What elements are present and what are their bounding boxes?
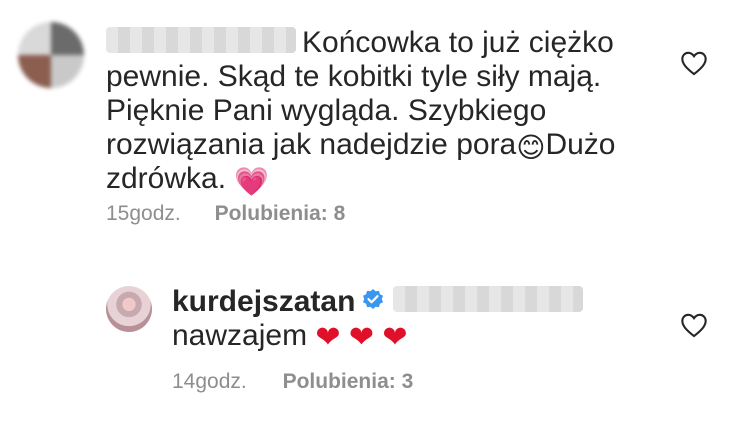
sparkling-heart-emoji: 💗 — [234, 166, 270, 197]
reply-message: nawzajem — [172, 319, 308, 352]
red-heart-emoji: ❤ — [348, 321, 375, 354]
reply-username[interactable]: kurdejszatan — [172, 285, 355, 318]
heart-outline-icon[interactable] — [680, 312, 708, 338]
commenter-avatar[interactable] — [18, 22, 84, 88]
reply-meta: 14godz. Polubienia: 3 — [172, 370, 413, 394]
smile-emoji: 😊 — [516, 132, 546, 163]
likes-count[interactable]: Polubienia: 8 — [215, 202, 346, 225]
heart-outline-icon[interactable] — [680, 50, 708, 76]
comments-view: Końcowka to już ciężko pewnie. Skąd te k… — [0, 0, 750, 424]
reply-text: kurdejszatan nawzajem ❤ ❤ ❤ — [172, 285, 584, 355]
comment-meta: 15godz. Polubienia: 8 — [106, 202, 345, 226]
red-heart-emoji: ❤ — [315, 321, 341, 354]
comment-text: Końcowka to już ciężko pewnie. Skąd te k… — [106, 26, 616, 197]
reply-avatar[interactable] — [106, 286, 152, 332]
likes-count[interactable]: Polubienia: 3 — [283, 370, 414, 393]
comment-time: 15godz. — [106, 202, 181, 225]
red-heart-emoji: ❤ — [382, 321, 408, 354]
reply-time: 14godz. — [172, 370, 247, 393]
verified-badge-icon — [363, 289, 384, 310]
blurred-username[interactable] — [106, 27, 296, 54]
blurred-mention[interactable] — [393, 286, 584, 313]
